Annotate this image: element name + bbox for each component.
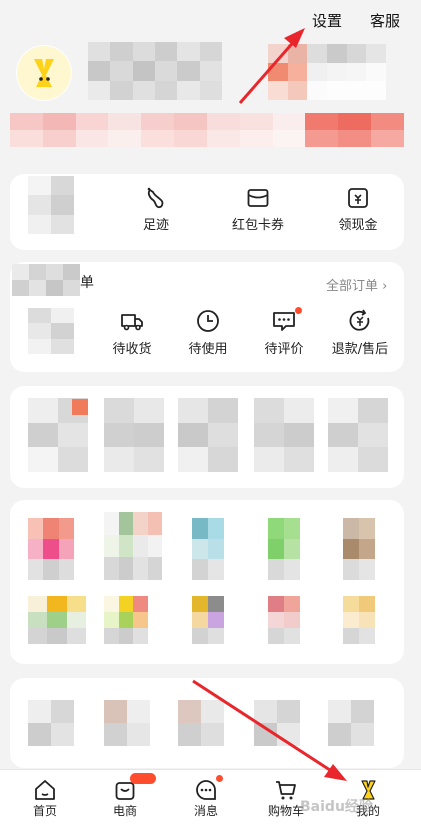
annotation-arrow-top	[238, 37, 299, 104]
annotation-arrow-bottom	[192, 679, 337, 776]
arrow-head-icon	[284, 28, 305, 48]
arrow-head-icon	[324, 764, 347, 781]
annotation-arrows	[192, 28, 347, 781]
